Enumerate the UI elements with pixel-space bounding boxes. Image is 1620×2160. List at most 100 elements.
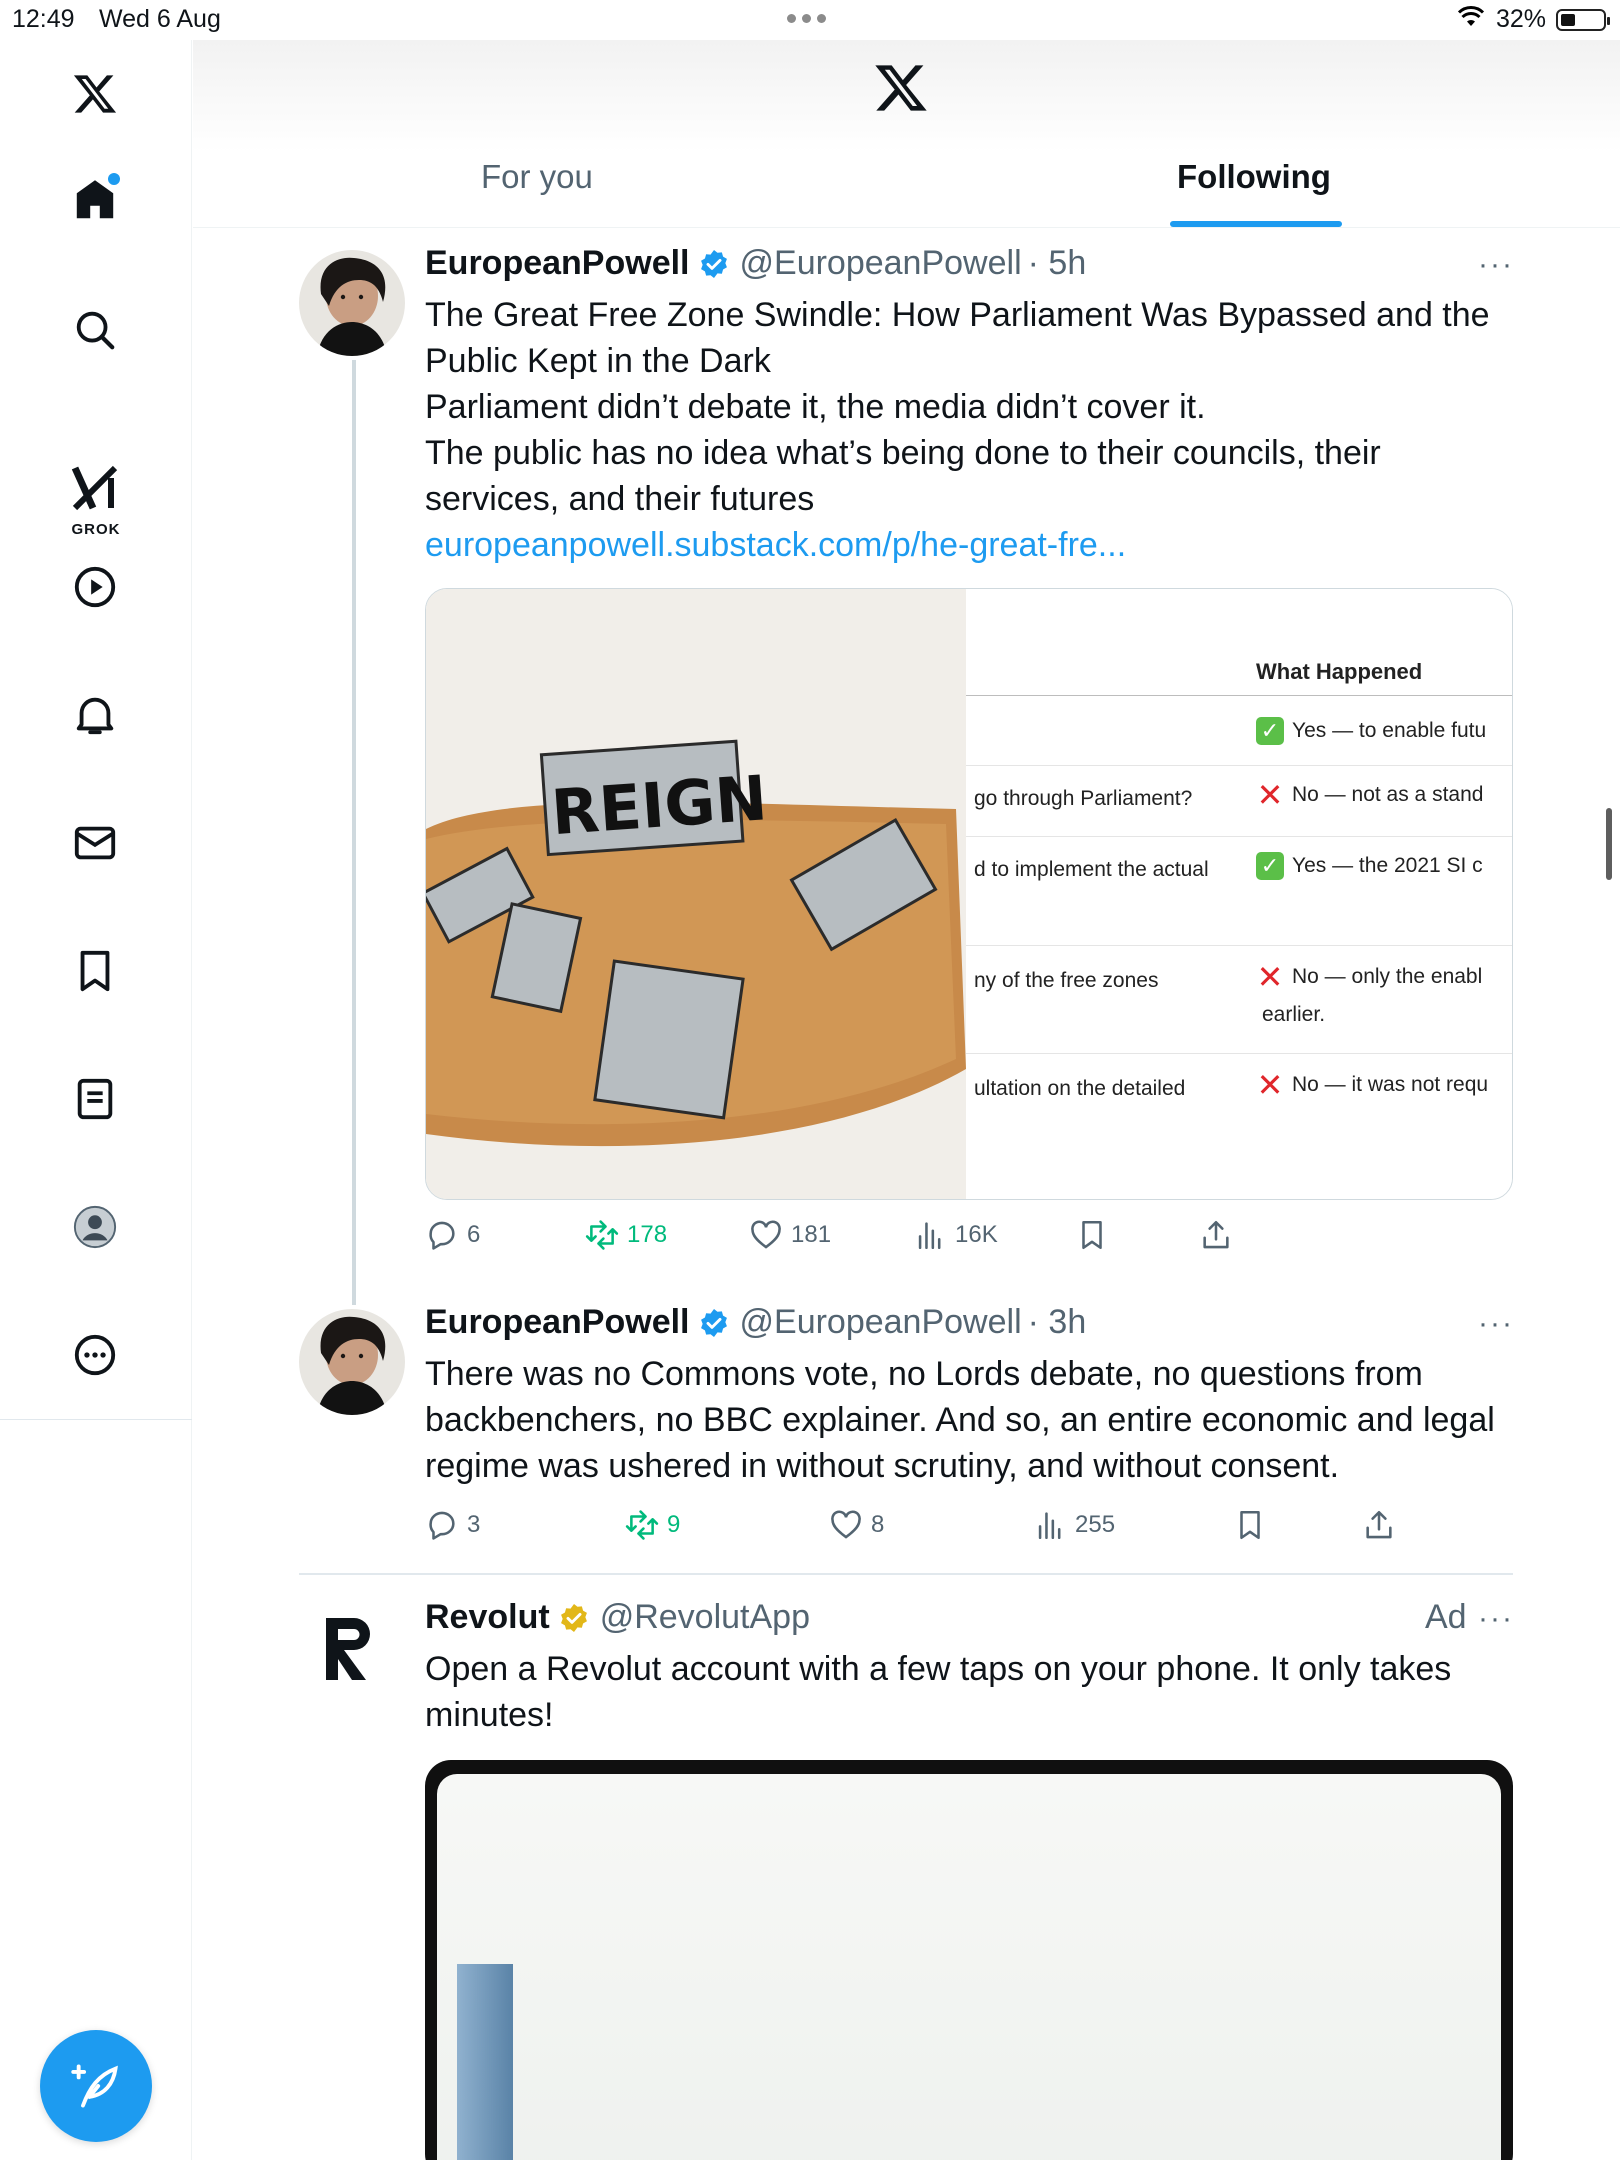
tab-following[interactable]: Following — [1177, 158, 1331, 196]
tweet-text: There was no Commons vote, no Lords deba… — [425, 1355, 1495, 1485]
author-handle[interactable]: @EuropeanPowell — [740, 1303, 1022, 1342]
tweet-line: The Great Free Zone Swindle: How Parliam… — [425, 296, 1490, 380]
bookmark-icon — [1082, 1220, 1102, 1250]
sidebar-divider — [0, 1419, 192, 1420]
tweet-header: EuropeanPowell @EuropeanPowell · 5h — [425, 244, 1086, 283]
tweet-more-icon[interactable]: ··· — [1478, 1307, 1514, 1341]
bookmark-button[interactable] — [1075, 1218, 1109, 1252]
views-chart-icon — [918, 1222, 941, 1250]
bookmark-button[interactable] — [1233, 1508, 1267, 1542]
views-button[interactable]: 16K — [913, 1218, 998, 1252]
more-options-icon[interactable] — [66, 1326, 124, 1384]
compose-feather-icon — [71, 2064, 118, 2108]
repost-icon — [625, 1510, 659, 1540]
like-count: 181 — [791, 1221, 832, 1248]
x-logo-icon[interactable] — [873, 60, 929, 116]
tweet-line: Parliament didn’t debate it, the media d… — [425, 388, 1206, 426]
table-rule — [966, 836, 1512, 837]
x-logo-icon[interactable] — [66, 65, 124, 123]
tweet-text: Open a Revolut account with a few taps o… — [425, 1650, 1452, 1734]
like-button[interactable]: 8 — [829, 1508, 884, 1542]
status-date: Wed 6 Aug — [99, 5, 221, 33]
share-icon — [1203, 1220, 1229, 1249]
gold-verified-badge-icon — [560, 1603, 587, 1632]
avatar[interactable] — [299, 250, 405, 356]
table-header: What Happened — [1256, 659, 1423, 684]
tweet-header: Revolut @RevolutApp — [425, 1598, 810, 1637]
search-icon[interactable] — [66, 301, 124, 359]
scrollbar[interactable] — [1606, 808, 1612, 880]
reply-count: 6 — [467, 1221, 481, 1248]
compose-post-button[interactable] — [40, 2030, 152, 2142]
view-count: 255 — [1075, 1511, 1116, 1538]
heart-icon — [831, 1510, 861, 1539]
lists-icon[interactable] — [66, 1070, 124, 1128]
revolut-logo-icon[interactable] — [299, 1596, 405, 1702]
tweet-media[interactable]: REIGN What Happened ✓ Yes — to enable fu… — [425, 588, 1513, 1200]
tweet-line: The public has no idea what’s being done… — [425, 434, 1381, 518]
author-handle[interactable]: @RevolutApp — [600, 1598, 810, 1637]
check-mark-icon: ✓ — [1256, 717, 1284, 746]
repost-button[interactable]: 178 — [585, 1218, 667, 1252]
ad-video-media[interactable] — [425, 1760, 1513, 2160]
timeline-header: For you Following — [193, 40, 1620, 228]
repost-count: 178 — [627, 1221, 668, 1248]
status-bar: 12:49 Wed 6 Aug 32% — [0, 0, 1620, 40]
battery-percent: 32% — [1496, 5, 1547, 33]
feed-divider — [299, 1573, 1513, 1575]
reply-button[interactable]: 3 — [425, 1508, 480, 1542]
table-rule — [966, 945, 1512, 946]
table-question: ny of the free zones — [974, 969, 1159, 992]
notifications-bell-icon[interactable] — [66, 686, 124, 744]
sidebar: GROK — [0, 40, 192, 2160]
grok-label: GROK — [71, 521, 121, 538]
media-photo[interactable]: REIGN — [426, 589, 966, 1199]
tweet-more-icon[interactable]: ··· — [1478, 1602, 1514, 1636]
cross-mark-icon: ✕ — [1256, 1067, 1284, 1104]
tweet-link[interactable]: europeanpowell.substack.com/p/he-great-f… — [425, 522, 1515, 568]
repost-button[interactable]: 9 — [625, 1508, 680, 1542]
multitasking-dots-icon[interactable] — [787, 14, 826, 23]
check-mark-icon: ✓ — [1256, 852, 1284, 881]
tab-for-you[interactable]: For you — [481, 158, 593, 196]
table-answer: ✓ Yes — to enable futu — [1256, 713, 1486, 749]
ad-label: Ad — [1425, 1598, 1467, 1636]
views-button[interactable]: 255 — [1033, 1508, 1115, 1542]
views-chart-icon — [1038, 1512, 1061, 1540]
author-handle[interactable]: @EuropeanPowell — [740, 244, 1022, 283]
share-icon — [1366, 1510, 1392, 1539]
profile-avatar-icon[interactable] — [66, 1198, 124, 1256]
tweet-more-icon[interactable]: ··· — [1478, 248, 1514, 282]
view-count: 16K — [955, 1221, 998, 1248]
share-button[interactable] — [1199, 1218, 1233, 1252]
cross-mark-icon: ✕ — [1256, 959, 1284, 996]
tweet-time[interactable]: · 3h — [1028, 1303, 1087, 1342]
bookmarks-icon[interactable] — [66, 942, 124, 1000]
battery-icon — [1556, 9, 1610, 31]
avatar[interactable] — [299, 1309, 405, 1415]
table-rule — [966, 1053, 1512, 1054]
messages-envelope-icon[interactable] — [66, 814, 124, 872]
share-button[interactable] — [1362, 1508, 1396, 1542]
like-button[interactable]: 181 — [749, 1218, 831, 1252]
photo-word: REIGN — [549, 761, 770, 849]
repost-count: 9 — [667, 1511, 681, 1538]
author-name[interactable]: Revolut — [425, 1598, 550, 1637]
reply-icon — [429, 1511, 455, 1540]
tweet-time[interactable]: · 5h — [1028, 244, 1087, 283]
author-name[interactable]: EuropeanPowell — [425, 244, 690, 283]
media-table-screenshot: What Happened ✓ Yes — to enable futu go t… — [966, 589, 1512, 1199]
table-question: d to implement the actual — [974, 858, 1209, 881]
reply-button[interactable]: 6 — [425, 1218, 480, 1252]
notification-dot — [108, 173, 120, 185]
home-icon[interactable] — [66, 171, 124, 229]
table-rule — [966, 765, 1512, 766]
table-rule — [966, 695, 1512, 696]
heart-icon — [751, 1220, 781, 1249]
table-answer: ✕ No — it was not requ — [1256, 1067, 1489, 1104]
author-name[interactable]: EuropeanPowell — [425, 1303, 690, 1342]
video-icon[interactable] — [66, 558, 124, 616]
grok-nav[interactable]: GROK — [60, 464, 132, 544]
cross-mark-icon: ✕ — [1256, 777, 1284, 814]
verified-badge-icon — [700, 1308, 727, 1337]
